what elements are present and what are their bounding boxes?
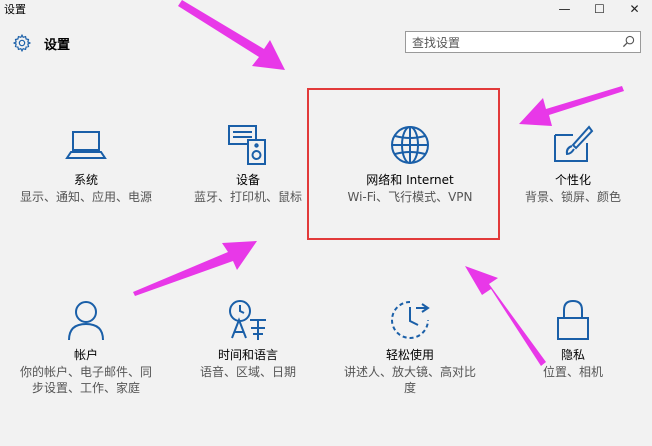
ease-of-access-icon <box>391 301 430 339</box>
window-title: 设置 <box>4 3 26 16</box>
tile-name: 设备 <box>235 173 260 187</box>
tile-description: 语音、区域、日期 <box>199 365 296 379</box>
tile-accounts[interactable]: 帐户 你的帐户、电子邮件、同步设置、工作、家庭 <box>18 298 154 396</box>
person-icon <box>68 301 104 341</box>
lock-icon <box>557 299 589 340</box>
tile-description: 讲述人、放大镜、高对比度 <box>343 365 476 395</box>
tile-description: 显示、通知、应用、电源 <box>19 190 152 204</box>
tile-personalization[interactable]: 个性化 背景、锁屏、颜色 <box>505 123 641 205</box>
laptop-icon <box>65 131 107 159</box>
tile-description: 位置、相机 <box>542 365 603 379</box>
personalize-icon <box>554 125 594 162</box>
tile-name: 时间和语言 <box>217 348 278 362</box>
tile-devices[interactable]: 设备 蓝牙、打印机、鼠标 <box>180 123 316 205</box>
time-language-icon <box>229 300 266 340</box>
window-controls: — ☐ ✕ <box>547 0 652 18</box>
page-header: 设置 <box>12 32 70 54</box>
page-title: 设置 <box>44 37 71 53</box>
tile-name: 隐私 <box>560 348 585 362</box>
tile-name: 个性化 <box>554 173 591 187</box>
highlight-box <box>307 88 500 240</box>
arrow-right <box>519 86 624 126</box>
search-icon[interactable] <box>622 35 635 48</box>
tile-system[interactable]: 系统 显示、通知、应用、电源 <box>18 123 154 205</box>
minimize-button[interactable]: — <box>547 0 582 18</box>
tile-description: 背景、锁屏、颜色 <box>524 190 621 204</box>
tile-ease-of-access[interactable]: 轻松使用 讲述人、放大镜、高对比度 <box>342 298 478 396</box>
tile-name: 轻松使用 <box>385 348 434 362</box>
tile-name: 帐户 <box>73 348 98 362</box>
tile-name: 系统 <box>73 173 98 187</box>
search-input[interactable] <box>406 33 612 53</box>
maximize-button[interactable]: ☐ <box>582 0 617 18</box>
tile-description: 你的帐户、电子邮件、同步设置、工作、家庭 <box>19 365 152 395</box>
tile-time-language[interactable]: 时间和语言 语音、区域、日期 <box>180 298 316 380</box>
close-button[interactable]: ✕ <box>617 0 652 18</box>
search-box[interactable] <box>405 31 641 53</box>
title-bar: 设置 — ☐ ✕ <box>0 0 652 18</box>
tile-description: 蓝牙、打印机、鼠标 <box>193 190 302 204</box>
arrow-middle-left <box>133 241 257 296</box>
gear-icon <box>12 33 32 53</box>
tile-privacy[interactable]: 隐私 位置、相机 <box>505 298 641 380</box>
devices-icon <box>228 125 266 165</box>
